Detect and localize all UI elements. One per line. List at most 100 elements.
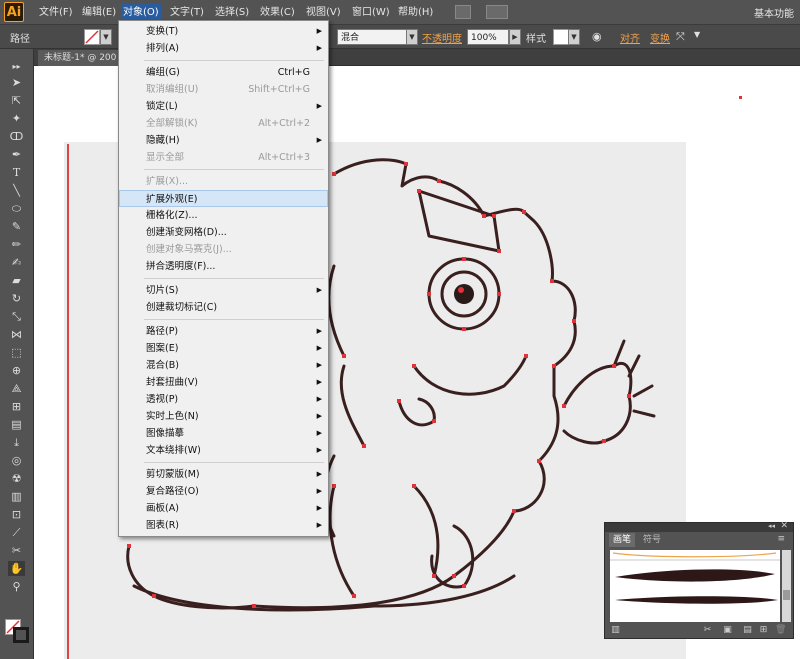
brush-list-scrollbar[interactable] [782, 550, 791, 622]
perspective-grid-tool-icon[interactable]: ⟁ [8, 381, 25, 396]
menu-item-ungroup[interactable]: 取消编组(U) Shift+Ctrl+G [119, 81, 328, 98]
document-tab[interactable]: 未标题-1* @ 200 [38, 50, 123, 66]
menu-select[interactable]: 选择(S) [213, 5, 251, 20]
graphic-style-swatch[interactable] [553, 29, 569, 45]
align-link[interactable]: 对齐 [620, 30, 640, 45]
options-of-selected-object-icon[interactable]: ▣ [723, 626, 732, 635]
menu-item-flatten-transparency[interactable]: 拼合透明度(F)... [119, 258, 328, 275]
panel-collapse-icon[interactable]: ◂◂ [768, 522, 775, 530]
line-tool-icon[interactable]: ╲ [8, 183, 25, 198]
fill-dropdown[interactable]: ▼ [100, 29, 112, 45]
recolor-artwork-icon[interactable]: ◉ [592, 30, 602, 43]
new-brush-icon[interactable]: ⊞ [759, 626, 768, 635]
selection-tool-icon[interactable]: ➤ [8, 75, 25, 90]
lasso-tool-icon[interactable]: ↀ [8, 129, 25, 144]
pen-tool-icon[interactable]: ✒ [8, 147, 25, 162]
brush-libraries-icon[interactable]: ▥ [611, 626, 620, 635]
menu-item-group[interactable]: 编组(G) Ctrl+G [119, 64, 328, 81]
panel-menu-icon[interactable]: ≡ [777, 534, 785, 544]
menu-item-expand[interactable]: 扩展(X)... [119, 173, 328, 190]
opacity-dropdown[interactable]: ▶ [509, 29, 521, 45]
control-menu-icon[interactable]: ▼ [694, 30, 700, 39]
menu-item-image-trace[interactable]: 图像描摹 ▶ [119, 425, 328, 442]
paintbrush-tool-icon[interactable]: ✎ [8, 219, 25, 234]
menu-item-create-trim-marks[interactable]: 创建裁切标记(C) [119, 299, 328, 316]
fill-swatch[interactable] [84, 29, 100, 45]
width-tool-icon[interactable]: ⋈ [8, 327, 25, 342]
scrollbar-thumb[interactable] [783, 590, 790, 600]
menu-file[interactable]: 文件(F) [37, 5, 75, 20]
mesh-tool-icon[interactable]: ⊞ [8, 399, 25, 414]
menu-item-show-all[interactable]: 显示全部 Alt+Ctrl+3 [119, 149, 328, 166]
transform-link[interactable]: 变换 [650, 30, 670, 45]
delete-brush-icon[interactable]: 🗑 [775, 626, 786, 635]
hand-tool-icon[interactable]: ✋ [8, 561, 25, 576]
magic-wand-tool-icon[interactable]: ✦ [8, 111, 25, 126]
free-transform-tool-icon[interactable]: ⬚ [8, 345, 25, 360]
scale-tool-icon[interactable]: ⤡ [8, 309, 25, 324]
menu-item-live-paint[interactable]: 实时上色(N) ▶ [119, 408, 328, 425]
menu-item-graph[interactable]: 图表(R) ▶ [119, 517, 328, 534]
panel-header[interactable]: ◂◂ ✕ [605, 521, 793, 532]
menu-item-expand-appearance[interactable]: 扩展外观(E) [119, 190, 328, 207]
blend-mode-select[interactable]: 混合 [337, 29, 407, 45]
menu-item-unlock-all[interactable]: 全部解锁(K) Alt+Ctrl+2 [119, 115, 328, 132]
arrange-documents-icon[interactable] [486, 5, 508, 19]
menu-item-create-object-mosaic[interactable]: 创建对象马赛克(J)... [119, 241, 328, 258]
menu-item-create-gradient-mesh[interactable]: 创建渐变网格(D)... [119, 224, 328, 241]
graphic-style-dropdown[interactable]: ▼ [568, 29, 580, 45]
menu-edit[interactable]: 编辑(E) [80, 5, 118, 20]
menu-object[interactable]: 对象(O) [121, 4, 161, 21]
menu-help[interactable]: 帮助(H) [396, 5, 435, 20]
menu-item-path[interactable]: 路径(P) ▶ [119, 323, 328, 340]
blend-mode-dropdown[interactable]: ▼ [406, 29, 418, 45]
opacity-input[interactable]: 100% [467, 29, 509, 45]
menu-item-slice[interactable]: 切片(S) ▶ [119, 282, 328, 299]
isolate-group-icon[interactable]: ⤧ [676, 30, 685, 44]
shape-builder-tool-icon[interactable]: ⊕ [8, 363, 25, 378]
eraser-tool-icon[interactable]: ▰ [8, 273, 25, 288]
rotate-tool-icon[interactable]: ↻ [8, 291, 25, 306]
type-tool-icon[interactable]: T [8, 165, 25, 180]
gradient-tool-icon[interactable]: ▤ [8, 417, 25, 432]
menu-item-blend[interactable]: 混合(B) ▶ [119, 357, 328, 374]
menu-item-pattern[interactable]: 图案(E) ▶ [119, 340, 328, 357]
menu-item-hide[interactable]: 隐藏(H) ▶ [119, 132, 328, 149]
column-graph-tool-icon[interactable]: ▥ [8, 489, 25, 504]
opacity-label[interactable]: 不透明度 [422, 30, 462, 45]
zoom-tool-icon[interactable]: ⚲ [8, 579, 25, 594]
blob-brush-tool-icon[interactable]: ✍ [8, 255, 25, 270]
tab-brushes[interactable]: 画笔 [609, 533, 636, 547]
ellipse-tool-icon[interactable]: ⬭ [8, 201, 25, 216]
menu-type[interactable]: 文字(T) [168, 5, 206, 20]
brush-options-icon[interactable]: ▤ [743, 626, 752, 635]
bridge-icon[interactable] [455, 5, 471, 19]
menu-item-transform[interactable]: 变换(T) ▶ [119, 23, 328, 40]
menu-item-rasterize[interactable]: 栅格化(Z)... [119, 207, 328, 224]
menu-item-envelope-distort[interactable]: 封套扭曲(V) ▶ [119, 374, 328, 391]
symbol-sprayer-tool-icon[interactable]: ☢ [8, 471, 25, 486]
remove-brush-stroke-icon[interactable]: ✂ [703, 626, 712, 635]
workspace-switcher[interactable]: 基本功能 [754, 5, 794, 20]
tab-symbols[interactable]: 符号 [639, 533, 665, 547]
menu-item-arrange[interactable]: 排列(A) ▶ [119, 40, 328, 57]
stroke-color-box[interactable] [13, 627, 29, 643]
menu-item-text-wrap[interactable]: 文本绕排(W) ▶ [119, 442, 328, 459]
slice-tool-icon[interactable]: ⟋ [8, 525, 25, 540]
menu-item-lock[interactable]: 锁定(L) ▶ [119, 98, 328, 115]
menu-view[interactable]: 视图(V) [304, 5, 343, 20]
eyedropper-tool-icon[interactable]: ⤓ [8, 435, 25, 450]
menu-item-artboards[interactable]: 画板(A) ▶ [119, 500, 328, 517]
menu-item-clipping-mask[interactable]: 剪切蒙版(M) ▶ [119, 466, 328, 483]
eraser-slice-tool-icon[interactable]: ✂ [8, 543, 25, 558]
panel-close-icon[interactable]: ✕ [780, 521, 788, 531]
panel-collapse-icon[interactable]: ▸▸ [8, 59, 25, 74]
menu-item-perspective[interactable]: 透视(P) ▶ [119, 391, 328, 408]
menu-window[interactable]: 窗口(W) [350, 5, 392, 20]
direct-selection-tool-icon[interactable]: ⇱ [8, 93, 25, 108]
menu-effect[interactable]: 效果(C) [258, 5, 297, 20]
artboard-tool-icon[interactable]: ⊡ [8, 507, 25, 522]
menu-item-compound-path[interactable]: 复合路径(O) ▶ [119, 483, 328, 500]
blend-tool-icon[interactable]: ◎ [8, 453, 25, 468]
pencil-tool-icon[interactable]: ✏ [8, 237, 25, 252]
